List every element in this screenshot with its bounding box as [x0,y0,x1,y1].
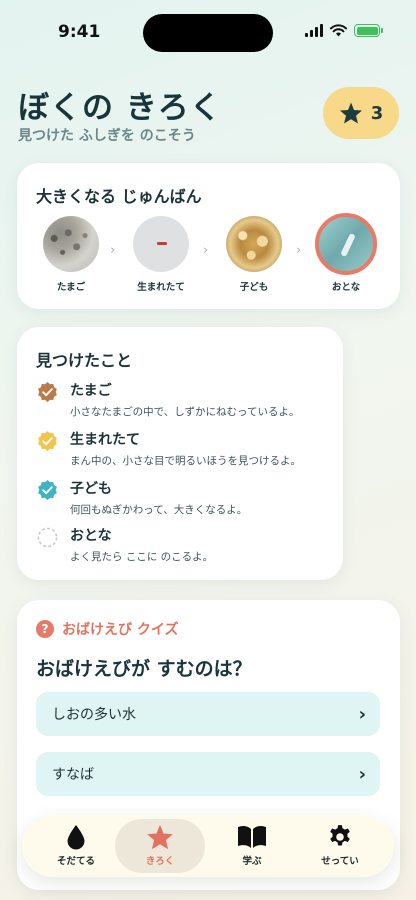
stage-newborn[interactable]: 生まれたて [129,216,193,293]
quiz-option-label: しおの多い水 [52,707,136,723]
stage-juvenile[interactable]: 子ども [222,216,286,293]
quiz-title: おばけえび クイズ [62,622,179,638]
tab-raise[interactable]: そだてる [31,819,121,873]
check-badge-icon [36,479,59,502]
chevron-right-icon: › [203,243,209,258]
stage-adult[interactable]: おとな [314,213,378,293]
stage-egg[interactable]: たまご [39,216,103,293]
status-bar: 9:41 [0,0,416,54]
status-time: 9:41 [58,22,101,42]
signal-icon [305,24,323,37]
gear-icon [330,825,350,846]
star-icon [147,824,173,850]
juvenile-photo [226,216,282,272]
dynamic-island [143,14,273,52]
quiz-header: ? おばけえび クイズ [36,619,178,639]
quiz-option-salt-water[interactable]: しおの多い水 › [36,692,380,736]
found-item-name: たまご [70,383,112,399]
check-badge-icon [36,381,59,404]
stage-label: 生まれたて [137,282,185,293]
chevron-right-icon: › [358,763,366,785]
found-item-name: 生まれたて [70,432,140,448]
book-icon [238,825,266,848]
page-subtitle: 見つけた ふしぎを のこそう [18,128,196,144]
adult-photo [315,213,377,275]
quiz-option-sandbox[interactable]: すなば › [36,752,380,796]
newborn-photo [133,216,189,272]
unchecked-circle-icon [36,526,59,549]
found-item-desc: まん中の、小さな目で明るいほうを見つけるよ。 [70,455,301,467]
tab-records[interactable]: きろく [115,819,205,873]
tab-settings[interactable]: せってい [295,819,385,873]
stage-label: たまご [56,282,86,293]
drop-icon [67,825,85,850]
quiz-question: おばけえびが すむのは？ [36,658,252,680]
star-count: 3 [370,102,384,124]
tab-learn[interactable]: 学ぶ [207,819,297,873]
tab-label: せってい [321,856,359,867]
found-list-card: 見つけたこと たまご 小さなたまごの中で、しずかにねむっているよ。 生まれたて … [17,327,343,580]
found-item-egg[interactable]: たまご 小さなたまごの中で、しずかにねむっているよ。 [36,380,300,419]
check-badge-icon [36,430,59,453]
growth-order-card: 大きくなる じゅんばん たまご › 生まれたて › 子ども › おとな [17,163,400,309]
tab-label: きろく [145,856,175,867]
egg-photo [43,216,99,272]
found-item-name: おとな [70,528,112,544]
tab-label: そだてる [56,856,95,867]
quiz-option-label: すなば [52,767,94,783]
tab-label: 学ぶ [242,856,262,867]
star-icon [339,102,362,124]
question-icon: ? [36,620,54,638]
found-item-desc: 何回もぬぎかわって、大きくなるよ。 [70,504,248,516]
chevron-right-icon: › [296,243,302,258]
stage-label: 子ども [239,282,269,293]
found-item-newborn[interactable]: 生まれたて まん中の、小さな目で明るいほうを見つけるよ。 [36,429,301,468]
found-item-desc: よく見たら ここに のこるよ。 [70,551,214,563]
tab-bar: そだてる きろく 学ぶ せってい [22,815,394,877]
wifi-icon [330,24,347,37]
status-icons [305,24,383,37]
found-item-desc: 小さなたまごの中で、しずかにねむっているよ。 [70,406,300,418]
battery-charging-icon [354,24,383,37]
found-card-title: 見つけたこと [36,351,133,370]
stage-label: おとな [331,282,361,293]
growth-card-title: 大きくなる じゅんばん [36,187,202,206]
found-item-juvenile[interactable]: 子ども 何回もぬぎかわって、大きくなるよ。 [36,478,247,517]
chevron-right-icon: › [110,243,116,258]
chevron-right-icon: › [358,703,366,725]
page-title: ぼくの きろく [18,90,222,126]
found-item-adult[interactable]: おとな よく見たら ここに のこるよ。 [36,525,213,564]
found-item-name: 子ども [70,481,112,497]
star-count-badge[interactable]: 3 [323,87,399,139]
